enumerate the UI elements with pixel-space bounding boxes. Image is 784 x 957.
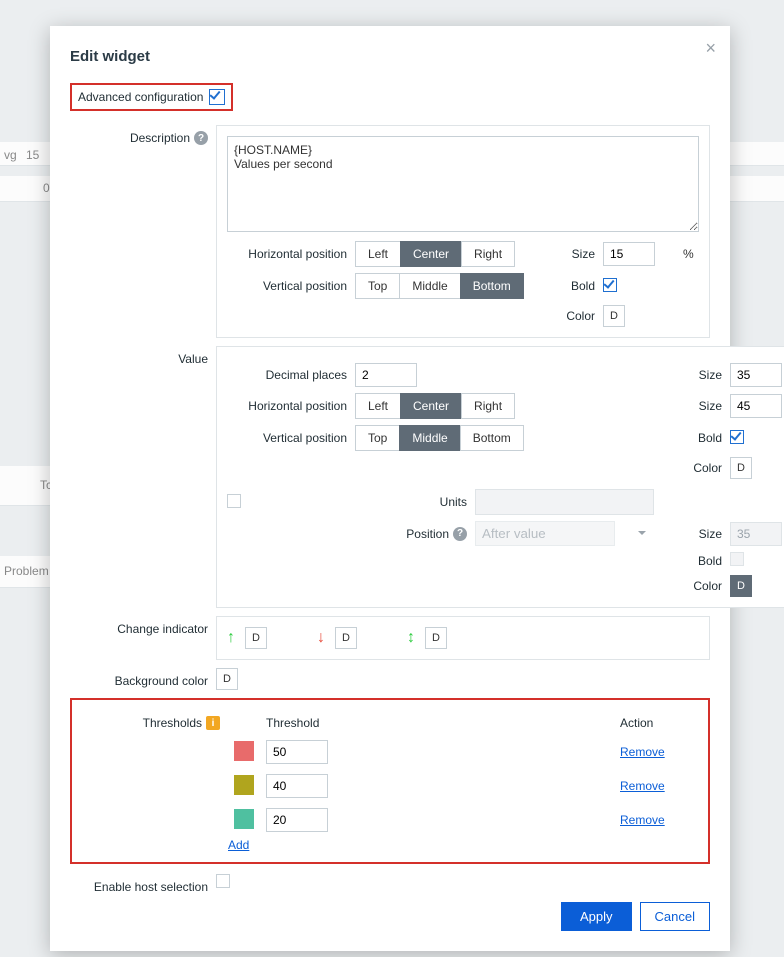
arrow-down-icon: ↓ bbox=[317, 629, 325, 647]
desc-vpos-top[interactable]: Top bbox=[355, 273, 400, 299]
value-hpos-label: Horizontal position bbox=[227, 399, 347, 413]
desc-size-label: Size bbox=[535, 247, 595, 261]
threshold-remove-link[interactable]: Remove bbox=[620, 779, 665, 793]
position-label: Position bbox=[406, 527, 449, 541]
value-hpos-center[interactable]: Center bbox=[400, 393, 462, 419]
units-checkbox[interactable] bbox=[227, 494, 241, 508]
warning-icon[interactable]: i bbox=[206, 716, 220, 730]
desc-bold-checkbox[interactable] bbox=[603, 278, 617, 292]
help-icon[interactable]: ? bbox=[194, 131, 208, 145]
position-select[interactable]: After value bbox=[475, 521, 615, 546]
value-size1-label: Size bbox=[662, 368, 722, 382]
units-color-label: Color bbox=[662, 579, 722, 593]
desc-color-button[interactable]: D bbox=[603, 305, 625, 327]
value-dec-label: Decimal places bbox=[227, 368, 347, 382]
thresholds-label: Thresholds bbox=[143, 716, 202, 730]
threshold-swatch[interactable] bbox=[234, 775, 254, 795]
modal-title: Edit widget bbox=[70, 48, 710, 65]
bg-color-button[interactable]: D bbox=[216, 668, 238, 690]
value-size2-label: Size bbox=[662, 399, 722, 413]
desc-size-input[interactable] bbox=[603, 242, 655, 266]
value-color-label: Color bbox=[662, 461, 722, 475]
units-color-button[interactable]: D bbox=[730, 575, 752, 597]
value-label: Value bbox=[178, 352, 208, 366]
desc-vpos-segment: Top Middle Bottom bbox=[355, 273, 527, 299]
thresholds-add-link[interactable]: Add bbox=[228, 838, 249, 852]
value-vpos-bottom[interactable]: Bottom bbox=[460, 425, 524, 451]
enable-host-checkbox[interactable] bbox=[216, 874, 230, 888]
threshold-row: Remove bbox=[230, 770, 696, 802]
units-input[interactable] bbox=[475, 489, 654, 515]
value-vpos-segment: Top Middle Bottom bbox=[355, 425, 654, 451]
desc-hpos-segment: Left Center Right bbox=[355, 241, 527, 267]
threshold-swatch[interactable] bbox=[234, 809, 254, 829]
desc-hpos-left[interactable]: Left bbox=[355, 241, 401, 267]
apply-button[interactable]: Apply bbox=[561, 902, 632, 931]
help-icon[interactable]: ? bbox=[453, 527, 467, 541]
ci-up-color[interactable]: D bbox=[245, 627, 267, 649]
desc-hpos-right[interactable]: Right bbox=[461, 241, 515, 267]
advanced-config-checkbox[interactable] bbox=[209, 89, 225, 105]
units-bold-label: Bold bbox=[662, 554, 722, 568]
pct-label: % bbox=[683, 247, 699, 261]
threshold-value-input[interactable] bbox=[266, 808, 328, 832]
threshold-remove-link[interactable]: Remove bbox=[620, 813, 665, 827]
units-size-input[interactable] bbox=[730, 522, 782, 546]
bg-color-label: Background color bbox=[115, 674, 208, 688]
enable-host-label: Enable host selection bbox=[94, 880, 208, 894]
threshold-row: Remove bbox=[230, 804, 696, 836]
threshold-row: Remove bbox=[230, 736, 696, 768]
value-vpos-top[interactable]: Top bbox=[355, 425, 400, 451]
value-dec-input[interactable] bbox=[355, 363, 417, 387]
desc-hpos-center[interactable]: Center bbox=[400, 241, 462, 267]
threshold-value-input[interactable] bbox=[266, 774, 328, 798]
value-bold-checkbox[interactable] bbox=[730, 430, 744, 444]
units-bold-checkbox[interactable] bbox=[730, 552, 744, 566]
description-panel: {HOST.NAME} Values per second Horizontal… bbox=[216, 125, 710, 338]
value-bold-label: Bold bbox=[662, 431, 722, 445]
thresholds-table: Threshold Action Remove Remove Remove bbox=[228, 710, 698, 838]
desc-vpos-label: Vertical position bbox=[227, 279, 347, 293]
desc-vpos-bottom[interactable]: Bottom bbox=[460, 273, 524, 299]
value-color-button[interactable]: D bbox=[730, 457, 752, 479]
units-label: Units bbox=[355, 495, 467, 509]
value-size1-input[interactable] bbox=[730, 363, 782, 387]
arrow-up-icon: ↑ bbox=[227, 629, 235, 647]
value-hpos-left[interactable]: Left bbox=[355, 393, 401, 419]
threshold-value-input[interactable] bbox=[266, 740, 328, 764]
th-col-threshold: Threshold bbox=[262, 712, 614, 734]
value-vpos-label: Vertical position bbox=[227, 431, 347, 445]
threshold-swatch[interactable] bbox=[234, 741, 254, 761]
value-hpos-right[interactable]: Right bbox=[461, 393, 515, 419]
th-col-action: Action bbox=[616, 712, 696, 734]
close-icon[interactable]: × bbox=[705, 38, 716, 59]
value-vpos-middle[interactable]: Middle bbox=[399, 425, 460, 451]
description-textarea[interactable]: {HOST.NAME} Values per second bbox=[227, 136, 699, 232]
ci-both-color[interactable]: D bbox=[425, 627, 447, 649]
value-hpos-segment: Left Center Right bbox=[355, 393, 654, 419]
change-indicator-panel: ↑ D ↓ D ↕ D bbox=[216, 616, 710, 660]
arrow-updown-icon: ↕ bbox=[407, 629, 415, 647]
units-size-label: Size bbox=[662, 527, 722, 541]
value-size2-input[interactable] bbox=[730, 394, 782, 418]
edit-widget-modal: × Edit widget Advanced configuration Des… bbox=[50, 26, 730, 951]
desc-color-label: Color bbox=[535, 309, 595, 323]
change-indicator-label: Change indicator bbox=[117, 622, 208, 636]
threshold-remove-link[interactable]: Remove bbox=[620, 745, 665, 759]
ci-down-color[interactable]: D bbox=[335, 627, 357, 649]
desc-hpos-label: Horizontal position bbox=[227, 247, 347, 261]
cancel-button[interactable]: Cancel bbox=[640, 902, 710, 931]
desc-bold-label: Bold bbox=[535, 279, 595, 293]
desc-vpos-middle[interactable]: Middle bbox=[399, 273, 460, 299]
advanced-config-label: Advanced configuration bbox=[78, 90, 203, 104]
value-panel: Decimal places Size % Horizontal positio… bbox=[216, 346, 784, 608]
description-label: Description bbox=[130, 131, 190, 145]
